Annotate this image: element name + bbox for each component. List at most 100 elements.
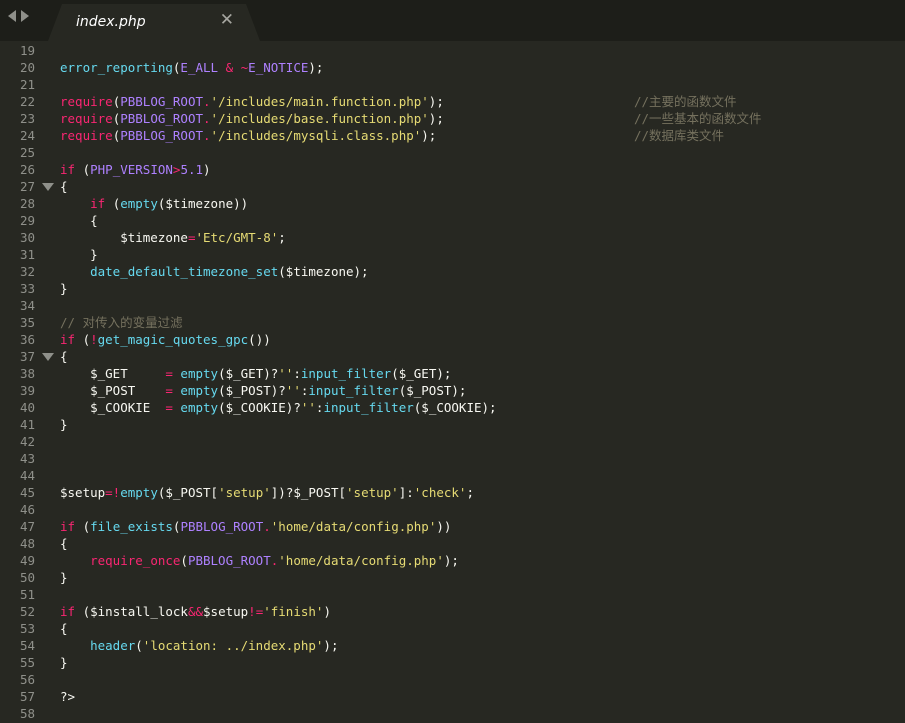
- code-comment: //主要的函数文件: [634, 94, 737, 109]
- line-number: 45: [19, 485, 35, 500]
- code-token: 'check': [413, 485, 467, 500]
- code-text: }: [60, 280, 68, 297]
- code-token: PBBLOG_ROOT: [120, 111, 204, 126]
- line-number: 29: [19, 213, 35, 228]
- line-number: 26: [19, 162, 35, 177]
- code-token: {: [60, 536, 68, 551]
- line-number: 25: [19, 145, 35, 160]
- code-token: 'location: ../index.php': [142, 638, 324, 653]
- code-token: (: [75, 162, 91, 177]
- code-token: }: [60, 655, 68, 670]
- code-line[interactable]: 36 if (!get_magic_quotes_gpc()): [0, 331, 905, 348]
- code-token: (: [135, 638, 143, 653]
- code-line[interactable]: 25: [0, 144, 905, 161]
- code-text: $_COOKIE = empty($_COOKIE)?'':input_filt…: [60, 399, 496, 416]
- code-line[interactable]: 30 $timezone='Etc/GMT-8';: [0, 229, 905, 246]
- line-number: 50: [19, 570, 35, 585]
- code-line[interactable]: 31 }: [0, 246, 905, 263]
- code-token: input_filter: [300, 366, 392, 381]
- code-line[interactable]: 42: [0, 433, 905, 450]
- code-line[interactable]: 39 $_POST = empty($_POST)?'':input_filte…: [0, 382, 905, 399]
- code-text: ?>: [60, 688, 75, 705]
- code-line[interactable]: 38 $_GET = empty($_GET)?'':input_filter(…: [0, 365, 905, 382]
- line-number: 33: [19, 281, 35, 296]
- code-line[interactable]: 50}: [0, 569, 905, 586]
- tab-index-php[interactable]: index.php ✕: [48, 4, 260, 41]
- code-token: // 对传入的变量过滤: [60, 315, 183, 330]
- close-icon[interactable]: ✕: [220, 10, 234, 30]
- code-text: require(PBBLOG_ROOT.'/includes/mysqli.cl…: [60, 127, 436, 144]
- code-token: PBBLOG_ROOT: [120, 128, 204, 143]
- code-line[interactable]: 35 // 对传入的变量过滤: [0, 314, 905, 331]
- code-token: ()): [248, 332, 271, 347]
- code-line[interactable]: 43: [0, 450, 905, 467]
- code-line[interactable]: 47 if (file_exists(PBBLOG_ROOT.'home/data…: [0, 518, 905, 535]
- code-token: empty: [180, 366, 219, 381]
- code-text: }: [60, 654, 68, 671]
- code-token: $setup: [203, 604, 249, 619]
- tab-title: index.php: [76, 14, 146, 30]
- code-text: $timezone='Etc/GMT-8';: [60, 229, 286, 246]
- code-editor[interactable]: 19 20 error_reporting(E_ALL & ~E_NOTICE); 2…: [0, 41, 905, 723]
- line-number: 20: [19, 60, 35, 75]
- code-line[interactable]: 45 $setup=!empty($_POST['setup'])?$_POST[…: [0, 484, 905, 501]
- line-number: 23: [19, 111, 35, 126]
- code-line[interactable]: 56: [0, 671, 905, 688]
- code-line[interactable]: 52 if ($install_lock&&$setup!='finish'): [0, 603, 905, 620]
- code-line[interactable]: 40 $_COOKIE = empty($_COOKIE)?'':input_f…: [0, 399, 905, 416]
- code-token: {: [60, 349, 68, 364]
- line-number: 51: [19, 587, 35, 602]
- code-line[interactable]: 57 ?>: [0, 688, 905, 705]
- code-line[interactable]: 51: [0, 586, 905, 603]
- code-token: require: [60, 111, 113, 126]
- code-line[interactable]: 19: [0, 42, 905, 59]
- code-text: require(PBBLOG_ROOT.'/includes/main.func…: [60, 93, 444, 110]
- line-number: 48: [19, 536, 35, 551]
- code-line[interactable]: 20 error_reporting(E_ALL & ~E_NOTICE);: [0, 59, 905, 76]
- tab-navigation: [8, 10, 29, 22]
- code-line[interactable]: 32 date_default_timezone_set($timezone);: [0, 263, 905, 280]
- code-token: if: [60, 332, 76, 347]
- code-token: if: [60, 604, 76, 619]
- code-token: );: [421, 128, 437, 143]
- code-token: .: [263, 519, 271, 534]
- code-line[interactable]: 23 require(PBBLOG_ROOT.'/includes/base.fu…: [0, 110, 905, 127]
- code-line[interactable]: 24 require(PBBLOG_ROOT.'/includes/mysqli.…: [0, 127, 905, 144]
- code-line[interactable]: 41}: [0, 416, 905, 433]
- code-token: $_GET: [60, 366, 166, 381]
- code-line[interactable]: 49 require_once(PBBLOG_ROOT.'home/data/c…: [0, 552, 905, 569]
- code-line[interactable]: 46: [0, 501, 905, 518]
- code-line[interactable]: 34: [0, 297, 905, 314]
- nav-forward-icon[interactable]: [21, 10, 29, 22]
- code-text: if (PHP_VERSION>5.1): [60, 161, 211, 178]
- code-token: );: [443, 553, 459, 568]
- code-line[interactable]: 48 {: [0, 535, 905, 552]
- code-token: !: [90, 332, 98, 347]
- code-line[interactable]: 33}: [0, 280, 905, 297]
- code-line[interactable]: 37 {: [0, 348, 905, 365]
- nav-back-icon[interactable]: [8, 10, 16, 22]
- code-text: if ($install_lock&&$setup!='finish'): [60, 603, 331, 620]
- code-token: :: [293, 366, 301, 381]
- code-line[interactable]: 58: [0, 705, 905, 722]
- line-number: 46: [19, 502, 35, 517]
- code-token: ): [203, 162, 211, 177]
- code-token: 5.1: [180, 162, 204, 177]
- code-token: =: [165, 366, 173, 381]
- code-line[interactable]: 22 require(PBBLOG_ROOT.'/includes/main.fu…: [0, 93, 905, 110]
- code-line[interactable]: 26 if (PHP_VERSION>5.1): [0, 161, 905, 178]
- code-line[interactable]: 21: [0, 76, 905, 93]
- code-line[interactable]: 29 {: [0, 212, 905, 229]
- code-line[interactable]: 53 {: [0, 620, 905, 637]
- line-number: 21: [19, 77, 35, 92]
- line-number: 39: [19, 383, 35, 398]
- line-number: 35: [19, 315, 35, 330]
- code-line[interactable]: 28 if (empty($timezone)): [0, 195, 905, 212]
- code-line[interactable]: 54 header('location: ../index.php');: [0, 637, 905, 654]
- code-line[interactable]: 44: [0, 467, 905, 484]
- fold-arrow-icon[interactable]: [42, 353, 54, 361]
- code-text: {: [60, 620, 68, 637]
- fold-arrow-icon[interactable]: [42, 183, 54, 191]
- code-line[interactable]: 27 {: [0, 178, 905, 195]
- code-line[interactable]: 55}: [0, 654, 905, 671]
